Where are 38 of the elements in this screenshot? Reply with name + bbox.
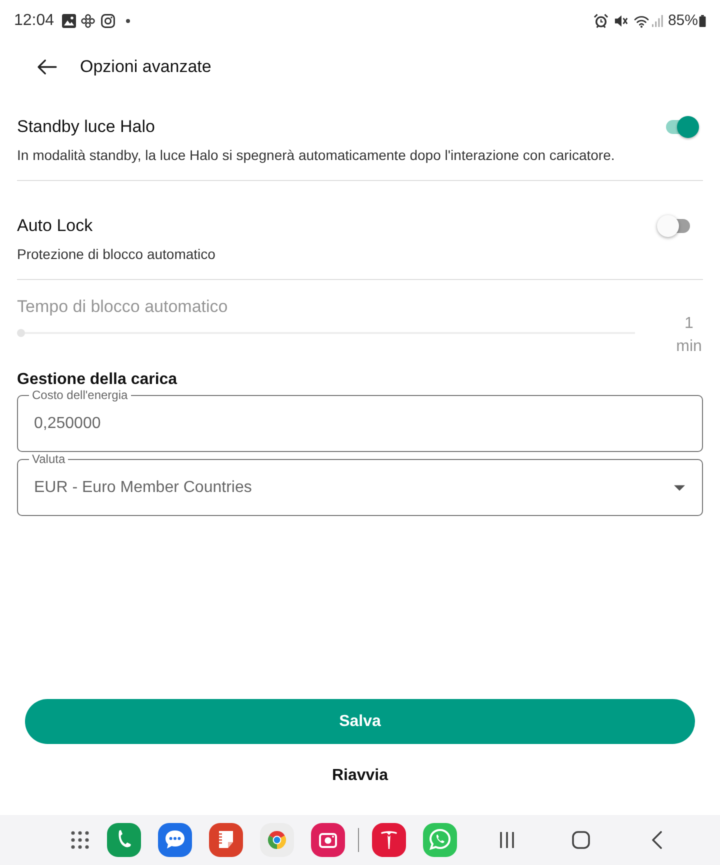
mute-icon [614, 14, 628, 28]
page-title: Opzioni avanzate [80, 56, 212, 78]
caret-down-icon [674, 485, 685, 491]
restart-button[interactable]: Riavvia [320, 756, 400, 796]
setting-description: In modalità standby, la luce Halo si spegnerà automaticamente dopo l'interazione con caricatore. [17, 146, 616, 165]
slider-value: 1 min [675, 314, 703, 357]
field-value: 0,250000 [33, 414, 102, 434]
chat-bubble-icon[interactable] [158, 823, 192, 857]
field-label: Costo dell'energia [31, 389, 129, 402]
notepad-icon[interactable] [209, 823, 243, 857]
setting-title: Standby luce Halo [17, 116, 155, 138]
home-icon[interactable] [572, 831, 590, 849]
alarm-clock-icon [594, 14, 608, 28]
camera-icon [101, 14, 116, 28]
recents-icon[interactable] [499, 831, 515, 849]
setting-description: Protezione di blocco automatico [17, 245, 216, 264]
save-button[interactable]: Salva [25, 699, 695, 744]
dot-icon [126, 19, 130, 23]
camera-icon[interactable] [311, 823, 345, 857]
image-icon [62, 14, 76, 28]
wifi-icon [634, 14, 649, 28]
back-arrow-icon[interactable] [37, 59, 57, 75]
energy-cost-field[interactable]: Costo dell'energia 0,250000 [17, 389, 703, 452]
section-title: Gestione della carica [17, 371, 178, 389]
battery-percentage: 85% [668, 11, 698, 31]
setting-title: Tempo di blocco automatico [17, 296, 228, 318]
t-logo-icon[interactable] [372, 823, 406, 857]
signal-icon [652, 15, 663, 27]
apps-grid-icon[interactable] [71, 831, 89, 849]
back-icon[interactable] [652, 831, 662, 849]
field-label: Valuta [31, 453, 66, 466]
currency-select[interactable]: Valuta EUR - Euro Member Countries [17, 453, 703, 516]
flower-icon [81, 14, 96, 28]
setting-title: Auto Lock [17, 215, 93, 237]
phone-icon[interactable] [107, 823, 141, 857]
battery-icon [699, 15, 706, 27]
clock-time: 12:04 [14, 11, 54, 31]
field-value: EUR - Euro Member Countries [33, 478, 253, 498]
